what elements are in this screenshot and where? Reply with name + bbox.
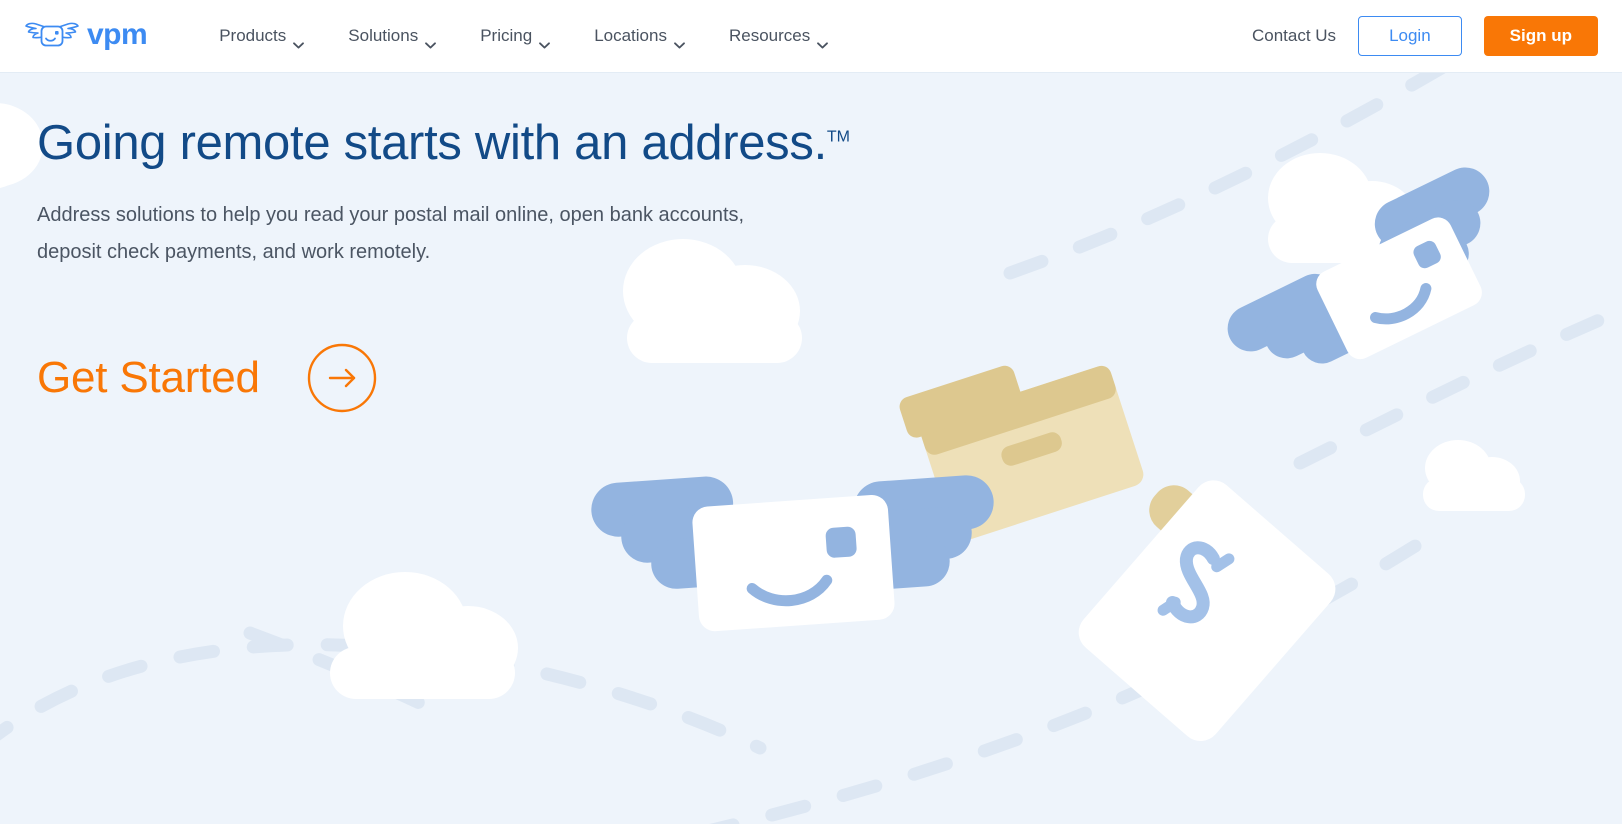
cardboard-box — [899, 365, 1144, 541]
signup-button[interactable]: Sign up — [1483, 16, 1598, 56]
cloud-bottom-left — [330, 572, 518, 699]
nav-label: Resources — [728, 26, 811, 45]
nav-label: Solutions — [348, 26, 419, 45]
hero-subtitle: Address solutions to help you read your … — [37, 204, 745, 264]
cloud-right — [1423, 440, 1525, 511]
winged-envelope-large — [591, 475, 994, 632]
chevron-down-icon — [425, 34, 437, 48]
page-title: Going remote starts with an address.TM — [37, 115, 920, 171]
nav-label: Pricing — [480, 26, 533, 45]
nav-item-pricing[interactable]: Pricing — [458, 16, 572, 56]
nav-item-solutions[interactable]: Solutions — [326, 16, 458, 56]
nav-item-locations[interactable]: Locations — [572, 16, 707, 56]
dollar-check-card — [1078, 480, 1336, 742]
chevron-down-icon — [817, 34, 829, 48]
nav-label: Locations — [594, 26, 667, 45]
arrow-right-circle-icon[interactable] — [306, 342, 378, 414]
brand-logo[interactable]: vpm — [24, 18, 148, 53]
chevron-down-icon — [674, 34, 685, 48]
headline-text: Going remote starts with an address. — [37, 116, 827, 170]
login-button[interactable]: Login — [1358, 16, 1462, 56]
brand-wordmark: vpm — [87, 18, 148, 51]
hero-section: .dash { stroke:#dde7f3; stroke-width:13;… — [0, 73, 1622, 824]
contact-us-link[interactable]: Contact Us — [1252, 26, 1336, 46]
nav-item-resources[interactable]: Resources — [707, 16, 850, 56]
header-actions: Contact Us Login Sign up — [1252, 16, 1598, 56]
get-started-cta[interactable]: Get Started — [37, 342, 378, 414]
cloud-top-right — [1268, 153, 1423, 263]
winged-envelope-logo-icon — [25, 22, 79, 47]
hero-copy: Going remote starts with an address.TM A… — [0, 73, 920, 414]
nav-item-products[interactable]: Products — [197, 16, 326, 56]
primary-navigation: Products Solutions Pricing Locations Res… — [197, 16, 850, 56]
trademark-symbol: TM — [826, 128, 851, 146]
get-started-label: Get Started — [37, 353, 260, 403]
nav-label: Products — [219, 26, 287, 45]
chevron-down-icon — [539, 34, 551, 48]
winged-envelope-top-right — [1227, 167, 1490, 364]
site-header: vpm Products Solutions Pricing Locations… — [0, 0, 1622, 73]
page-root: vpm Products Solutions Pricing Locations… — [0, 0, 1622, 824]
chevron-down-icon — [293, 34, 305, 48]
